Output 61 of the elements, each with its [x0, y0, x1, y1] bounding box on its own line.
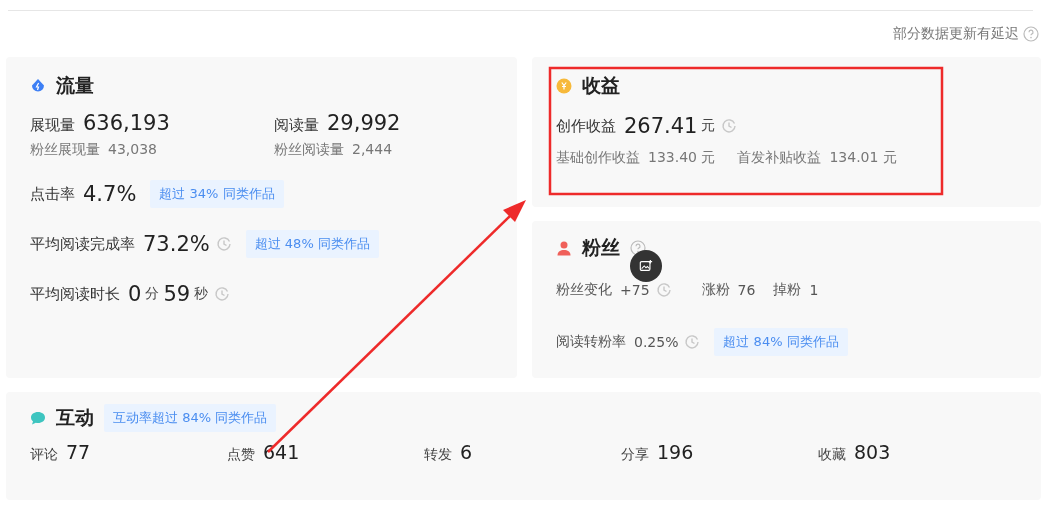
metric-value: 1 [809, 282, 819, 298]
metric-label: 创作收益 [556, 116, 616, 136]
metric-value: 59 [163, 282, 191, 306]
metric-value: 73.2% [143, 232, 210, 256]
metric-value: 641 [263, 441, 300, 463]
metric-label: 展现量 [30, 116, 75, 135]
clock-icon [214, 286, 231, 302]
comparison-tag: 超过 84% 同类作品 [714, 328, 848, 356]
metric-value: 134.01 元 [829, 149, 897, 167]
clock-icon [655, 282, 672, 298]
metric-label: 基础创作收益 [556, 149, 640, 167]
metric-label: 收藏 [818, 446, 846, 464]
metric-value: 76 [737, 282, 756, 298]
metric-label: 点赞 [227, 446, 255, 464]
clock-icon [684, 334, 701, 350]
notice-text: 部分数据更新有延迟 [893, 25, 1019, 43]
comparison-tag: 互动率超过 84% 同类作品 [104, 404, 277, 432]
metric-label: 阅读量 [274, 116, 319, 135]
section-title: 流量 [56, 73, 94, 98]
metric-value: 133.40 元 [648, 149, 716, 167]
metric-label: 掉粉 [773, 281, 802, 299]
unit-label: 分 [145, 285, 160, 303]
metric-label: 粉丝展现量 [30, 141, 100, 159]
metric-label: 平均阅读时长 [30, 284, 120, 304]
metric-value: 29,992 [327, 111, 401, 135]
speech-bubble-icon [30, 410, 46, 426]
metric-value: 2,444 [352, 141, 393, 157]
metric-label: 点击率 [30, 184, 75, 204]
metric-label: 粉丝变化 [556, 281, 612, 299]
section-title: 收益 [582, 73, 620, 98]
clock-icon [215, 236, 232, 252]
drop-icon [30, 78, 46, 94]
metric-label: 阅读转粉率 [556, 333, 626, 351]
metric-label: 平均阅读完成率 [30, 234, 135, 254]
metric-value: 6 [460, 441, 473, 463]
metric-label: 涨粉 [701, 281, 730, 299]
metric-label: 粉丝阅读量 [274, 141, 344, 159]
coin-icon [556, 78, 572, 94]
image-icon [639, 259, 653, 273]
metric-value: 43,038 [108, 141, 157, 157]
unit-label: 元 [701, 117, 716, 135]
section-title: 粉丝 [582, 235, 620, 260]
person-icon [556, 240, 572, 256]
metric-label: 分享 [621, 446, 649, 464]
unit-label: 秒 [194, 285, 209, 303]
comparison-tag: 超过 34% 同类作品 [150, 180, 284, 208]
metric-value: 77 [66, 441, 91, 463]
section-title: 互动 [56, 405, 94, 430]
metric-value: 0.25% [634, 334, 679, 350]
metric-value: +75 [620, 282, 650, 298]
metric-value: 4.7% [83, 182, 137, 206]
metric-value: 636,193 [83, 111, 170, 135]
metric-label: 评论 [30, 446, 58, 464]
comparison-tag: 超过 48% 同类作品 [245, 230, 379, 258]
clock-icon [721, 118, 738, 134]
metric-value: 0 [128, 282, 142, 306]
metric-label: 首发补贴收益 [737, 149, 822, 167]
metric-value: 803 [854, 441, 891, 463]
metric-value: 267.41 [624, 114, 698, 138]
metric-value: 196 [657, 441, 694, 463]
metric-label: 转发 [424, 446, 452, 464]
